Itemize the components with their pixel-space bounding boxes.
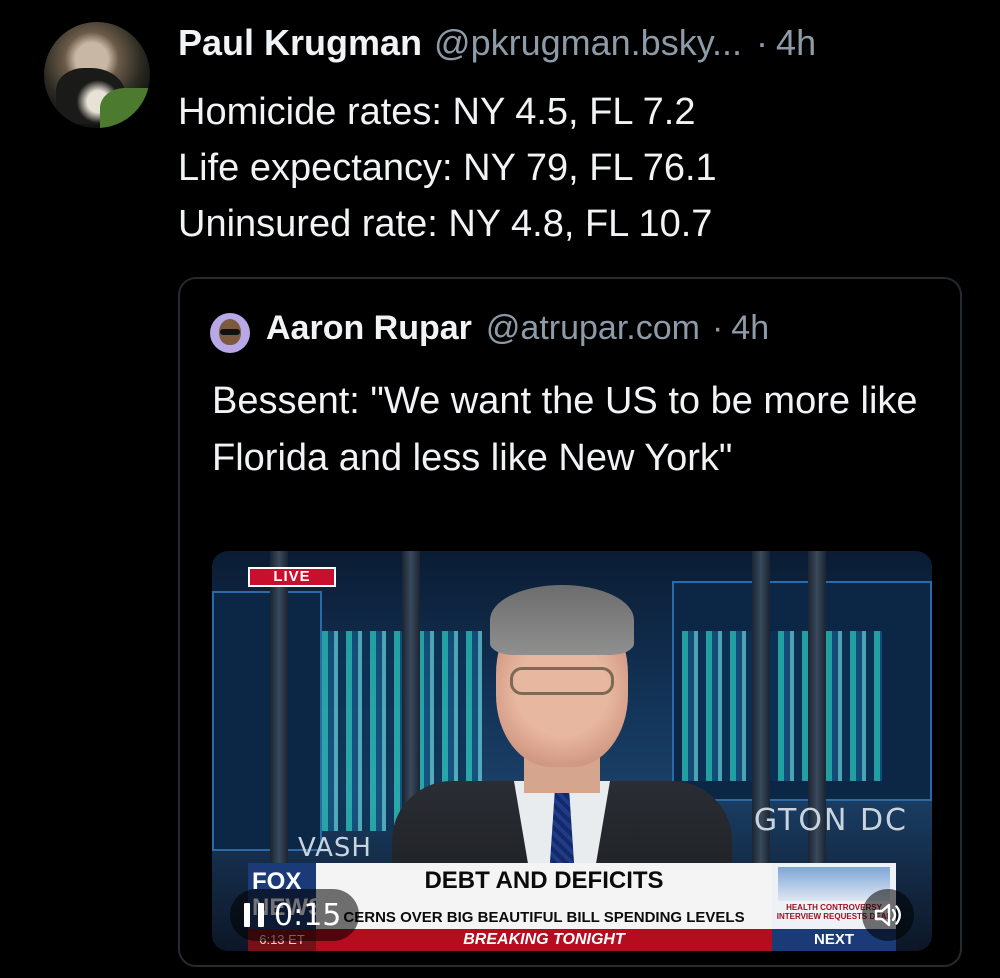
- header-separator: ·: [756, 22, 769, 63]
- author-avatar[interactable]: [44, 22, 150, 128]
- video-player[interactable]: LIVE GTON DC VASH FOX NEWS 6:13 ET DEBT …: [212, 551, 932, 951]
- post-body: Homicide rates: NY 4.5, FL 7.2 Life expe…: [178, 84, 717, 252]
- studio-panel: [212, 591, 322, 851]
- quoted-author-name[interactable]: Aaron Rupar: [266, 309, 472, 348]
- studio-pillar: [752, 551, 770, 891]
- breaking-bar: BREAKING TONIGHT: [316, 929, 772, 951]
- speaker-hair: [490, 585, 634, 655]
- post: Paul Krugman @pkrugman.bsky... · 4h Homi…: [0, 0, 1000, 978]
- quoted-author-handle[interactable]: @atrupar.com: [486, 309, 700, 348]
- quoted-header-separator: ·: [711, 309, 724, 347]
- studio-pillar: [270, 551, 288, 891]
- quoted-post-text: Bessent: "We want the US to be more like…: [212, 380, 918, 479]
- studio-pillar: [808, 551, 826, 891]
- volume-button[interactable]: [862, 889, 914, 941]
- play-pause-control[interactable]: 0:15: [230, 889, 360, 941]
- live-badge: LIVE: [248, 567, 336, 587]
- post-line: Homicide rates: NY 4.5, FL 7.2: [178, 91, 696, 133]
- post-line: Uninsured rate: NY 4.8, FL 10.7: [178, 203, 713, 245]
- quoted-post[interactable]: Aaron Rupar @atrupar.com · 4h Bessent: "…: [178, 277, 962, 967]
- avatar-grass-shape: [100, 88, 150, 128]
- quoted-post-header: Aaron Rupar @atrupar.com · 4h: [266, 309, 769, 348]
- author-handle[interactable]: @pkrugman.bsky...: [434, 22, 742, 64]
- breaking-label: BREAKING TONIGHT: [463, 931, 625, 948]
- author-name[interactable]: Paul Krugman: [178, 22, 422, 64]
- video-duration: 0:15: [274, 897, 342, 933]
- volume-icon: [874, 903, 901, 927]
- chyron-title-band: DEBT AND DEFICITS: [316, 863, 772, 907]
- pause-icon[interactable]: [244, 903, 264, 927]
- quoted-post-timestamp[interactable]: 4h: [731, 309, 769, 348]
- chyron-subtitle-band: CERNS OVER BIG BEAUTIFUL BILL SPENDING L…: [316, 907, 772, 929]
- post-line: Life expectancy: NY 79, FL 76.1: [178, 147, 717, 189]
- location-text-right: GTON DC: [753, 803, 908, 838]
- speaker-glasses: [510, 667, 614, 695]
- location-text-left: VASH: [298, 833, 372, 863]
- chyron-subtitle: CERNS OVER BIG BEAUTIFUL BILL SPENDING L…: [343, 909, 745, 926]
- chyron-title: DEBT AND DEFICITS: [424, 867, 664, 894]
- post-header: Paul Krugman @pkrugman.bsky... · 4h: [178, 22, 816, 68]
- post-timestamp[interactable]: 4h: [776, 22, 816, 64]
- quoted-author-avatar[interactable]: [210, 313, 250, 353]
